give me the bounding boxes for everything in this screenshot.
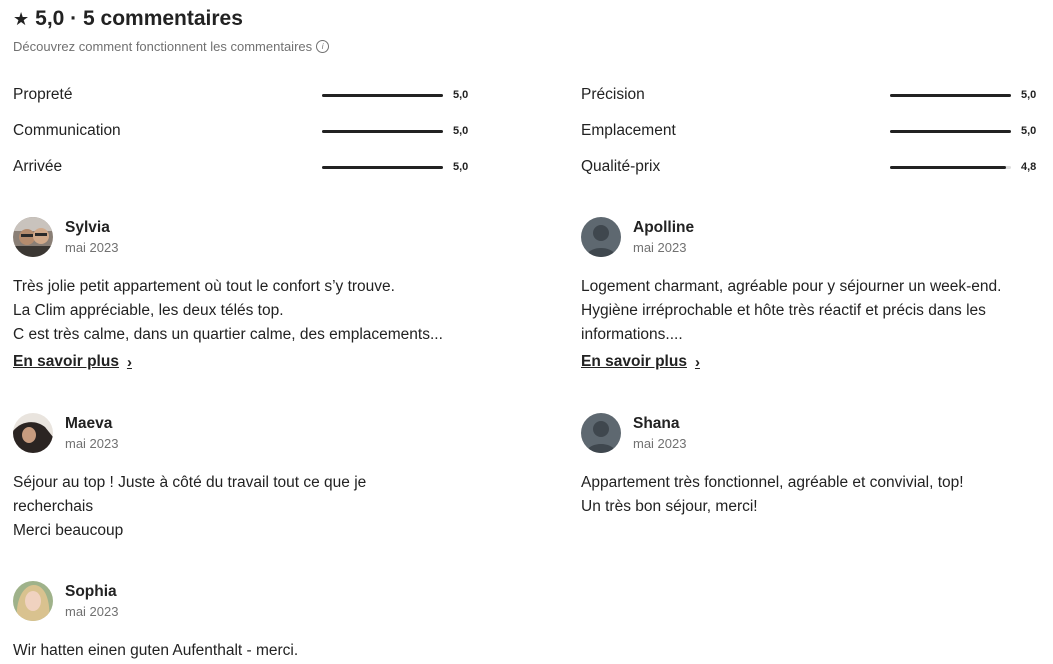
rating-row-qualite-prix: Qualité-prix 4,8 xyxy=(581,157,1036,177)
review-date: mai 2023 xyxy=(65,603,119,619)
review-date: mai 2023 xyxy=(633,239,687,255)
review-text: Logement charmant, agréable pour y séjou… xyxy=(581,275,1041,347)
rating-bar-fill xyxy=(322,165,443,169)
rating-bar xyxy=(322,165,443,169)
reviewer: Apolline mai 2023 xyxy=(581,217,1041,257)
chevron-right-icon: › xyxy=(126,353,132,371)
reviewer-name: Shana xyxy=(633,414,680,432)
rating-label: Propreté xyxy=(13,86,73,103)
rating-bar xyxy=(890,165,1011,169)
rating-value: 5,0 xyxy=(453,89,469,101)
review-line: Un très bon séjour, merci! xyxy=(581,498,758,515)
review-card: Sylvia mai 2023 Très jolie petit apparte… xyxy=(13,217,473,371)
review-line: Logement charmant, agréable pour y séjou… xyxy=(581,278,1002,295)
reviewer: Sophia mai 2023 xyxy=(13,581,473,621)
review-line: Appartement très fonctionnel, agréable e… xyxy=(581,474,964,491)
reviewer-name: Apolline xyxy=(633,218,695,236)
chevron-right-icon: › xyxy=(694,353,700,371)
rating-bar-fill xyxy=(890,165,1007,169)
rating-row-communication: Communication 5,0 xyxy=(13,121,468,141)
rating-bar-fill xyxy=(322,129,443,133)
reviewer: Shana mai 2023 xyxy=(581,413,1041,453)
reviews-help-link[interactable]: Découvrez comment fonctionnent les comme… xyxy=(13,39,330,54)
review-card: Maeva mai 2023 Séjour au top ! Juste à c… xyxy=(13,413,473,543)
review-line: recherchais xyxy=(13,498,94,515)
reviews-header: ★ 5,0 · 5 commentaires Découvrez comment… xyxy=(13,6,330,54)
rating-summary: 5,0 · 5 commentaires xyxy=(35,7,243,30)
rating-bar-fill xyxy=(322,93,443,97)
rating-bar xyxy=(890,93,1011,97)
reviews-title: ★ 5,0 · 5 commentaires xyxy=(13,6,329,32)
read-more-link[interactable]: En savoir plus › xyxy=(581,353,700,371)
review-date: mai 2023 xyxy=(65,239,119,255)
info-icon[interactable]: i xyxy=(316,40,330,53)
rating-label: Communication xyxy=(13,122,121,139)
rating-label: Arrivée xyxy=(13,158,63,175)
reviewer: Maeva mai 2023 xyxy=(13,413,473,453)
rating-value: 4,8 xyxy=(1021,161,1037,173)
read-more-label: En savoir plus xyxy=(581,353,687,370)
avatar[interactable] xyxy=(13,217,53,257)
rating-bar-fill xyxy=(890,93,1011,97)
review-card: Sophia mai 2023 Wir hatten einen guten A… xyxy=(13,581,473,663)
rating-row-arrivee: Arrivée 5,0 xyxy=(13,157,468,177)
review-date: mai 2023 xyxy=(65,435,119,451)
rating-label: Précision xyxy=(581,86,645,103)
review-text: Wir hatten einen guten Aufenthalt - merc… xyxy=(13,639,473,663)
rating-bar xyxy=(890,129,1011,133)
review-date: mai 2023 xyxy=(633,435,687,451)
rating-value: 5,0 xyxy=(453,161,469,173)
star-icon: ★ xyxy=(13,9,30,29)
review-card: Shana mai 2023 Appartement très fonction… xyxy=(581,413,1041,519)
avatar[interactable] xyxy=(581,413,621,453)
rating-row-precision: Précision 5,0 xyxy=(581,85,1036,105)
review-card: Apolline mai 2023 Logement charmant, agr… xyxy=(581,217,1041,371)
rating-bar xyxy=(322,93,443,97)
review-line: Wir hatten einen guten Aufenthalt - merc… xyxy=(13,642,299,659)
review-line: Hygiène irréprochable et hôte très réact… xyxy=(581,302,986,319)
review-line: Très jolie petit appartement où tout le … xyxy=(13,278,395,295)
reviewer-name: Maeva xyxy=(65,414,113,432)
reviewer-name: Sophia xyxy=(65,582,117,600)
rating-label: Qualité-prix xyxy=(581,158,661,175)
read-more-link[interactable]: En savoir plus › xyxy=(13,353,132,371)
review-line: Merci beaucoup xyxy=(13,522,124,539)
avatar[interactable] xyxy=(581,217,621,257)
rating-row-proprete: Propreté 5,0 xyxy=(13,85,468,105)
review-text: Très jolie petit appartement où tout le … xyxy=(13,275,473,347)
rating-value: 5,0 xyxy=(1021,89,1037,101)
rating-bar xyxy=(322,129,443,133)
avatar[interactable] xyxy=(13,581,53,621)
rating-label: Emplacement xyxy=(581,122,676,139)
rating-value: 5,0 xyxy=(1021,125,1037,137)
review-line: La Clim appréciable, les deux télés top. xyxy=(13,302,284,319)
reviews-help-text: Découvrez comment fonctionnent les comme… xyxy=(13,39,313,54)
reviewer-name: Sylvia xyxy=(65,218,110,236)
avatar[interactable] xyxy=(13,413,53,453)
rating-row-emplacement: Emplacement 5,0 xyxy=(581,121,1036,141)
reviewer: Sylvia mai 2023 xyxy=(13,217,473,257)
review-line: Séjour au top ! Juste à côté du travail … xyxy=(13,474,367,491)
rating-value: 5,0 xyxy=(453,125,469,137)
review-text: Séjour au top ! Juste à côté du travail … xyxy=(13,471,473,543)
review-text: Appartement très fonctionnel, agréable e… xyxy=(581,471,1041,519)
read-more-label: En savoir plus xyxy=(13,353,119,370)
rating-bar-fill xyxy=(890,129,1011,133)
review-line: informations.... xyxy=(581,326,683,343)
review-line: C est très calme, dans un quartier calme… xyxy=(13,326,443,343)
